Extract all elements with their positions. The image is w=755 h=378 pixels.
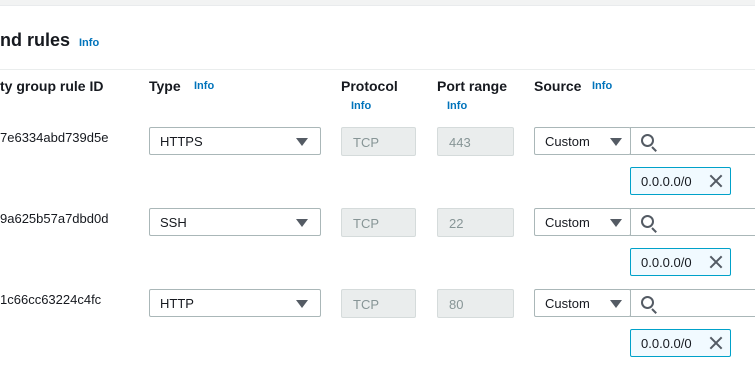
- source-select[interactable]: Custom: [534, 127, 631, 155]
- cidr-search-input[interactable]: [630, 208, 755, 236]
- cidr-token-label: 0.0.0.0/0: [641, 174, 692, 189]
- source-select-value: Custom: [545, 134, 590, 149]
- close-icon[interactable]: [709, 255, 723, 269]
- rule-id: 7e6334abd739d5e: [0, 130, 109, 145]
- inbound-rules-panel: nd rules Info ty group rule ID Type Info…: [0, 5, 755, 378]
- type-select[interactable]: HTTPS: [149, 127, 321, 155]
- protocol-field: TCP: [341, 289, 416, 318]
- source-select[interactable]: Custom: [534, 289, 631, 317]
- cidr-token-label: 0.0.0.0/0: [641, 255, 692, 270]
- cidr-token: 0.0.0.0/0: [630, 329, 731, 357]
- column-header-source: Source: [534, 78, 582, 94]
- port-range-field: 22: [437, 208, 514, 237]
- search-icon: [641, 134, 654, 147]
- protocol-field: TCP: [341, 208, 416, 237]
- type-select-value: HTTP: [160, 296, 194, 311]
- caret-down-icon: [296, 138, 308, 146]
- source-select-value: Custom: [545, 215, 590, 230]
- type-select[interactable]: SSH: [149, 208, 321, 236]
- cidr-search-input[interactable]: [630, 127, 755, 155]
- caret-down-icon: [296, 300, 308, 308]
- source-select-value: Custom: [545, 296, 590, 311]
- port-range-field: 443: [437, 127, 514, 156]
- protocol-info-link[interactable]: Info: [351, 100, 371, 112]
- protocol-value: TCP: [353, 135, 379, 150]
- close-icon[interactable]: [709, 174, 723, 188]
- cidr-token: 0.0.0.0/0: [630, 167, 731, 195]
- type-info-link[interactable]: Info: [194, 80, 214, 92]
- caret-down-icon: [296, 219, 308, 227]
- port-range-field: 80: [437, 289, 514, 318]
- search-icon: [641, 215, 654, 228]
- header-divider: [0, 69, 755, 70]
- close-icon[interactable]: [709, 336, 723, 350]
- port-range-value: 443: [449, 135, 471, 150]
- cidr-token: 0.0.0.0/0: [630, 248, 731, 276]
- source-select[interactable]: Custom: [534, 208, 631, 236]
- section-info-link[interactable]: Info: [79, 37, 99, 49]
- protocol-value: TCP: [353, 216, 379, 231]
- port-range-value: 80: [449, 297, 464, 312]
- type-select-value: SSH: [160, 215, 187, 230]
- port-range-info-link[interactable]: Info: [447, 100, 467, 112]
- caret-down-icon: [610, 138, 622, 146]
- column-header-rule-id: ty group rule ID: [0, 78, 104, 94]
- section-title: nd rules: [0, 30, 71, 50]
- source-info-link[interactable]: Info: [592, 80, 612, 92]
- caret-down-icon: [610, 219, 622, 227]
- column-header-protocol: Protocol: [341, 78, 398, 94]
- cidr-search-input[interactable]: [630, 289, 755, 317]
- search-icon: [641, 296, 654, 309]
- cidr-token-label: 0.0.0.0/0: [641, 336, 692, 351]
- rule-id: 1c66cc63224c4fc: [0, 292, 102, 307]
- caret-down-icon: [610, 300, 622, 308]
- protocol-value: TCP: [353, 297, 379, 312]
- port-range-value: 22: [449, 216, 464, 231]
- column-header-type: Type: [149, 78, 181, 94]
- column-header-port-range: Port range: [437, 78, 508, 94]
- protocol-field: TCP: [341, 127, 416, 156]
- type-select[interactable]: HTTP: [149, 289, 321, 317]
- rule-id: 9a625b57a7dbd0d: [0, 211, 109, 226]
- type-select-value: HTTPS: [160, 134, 203, 149]
